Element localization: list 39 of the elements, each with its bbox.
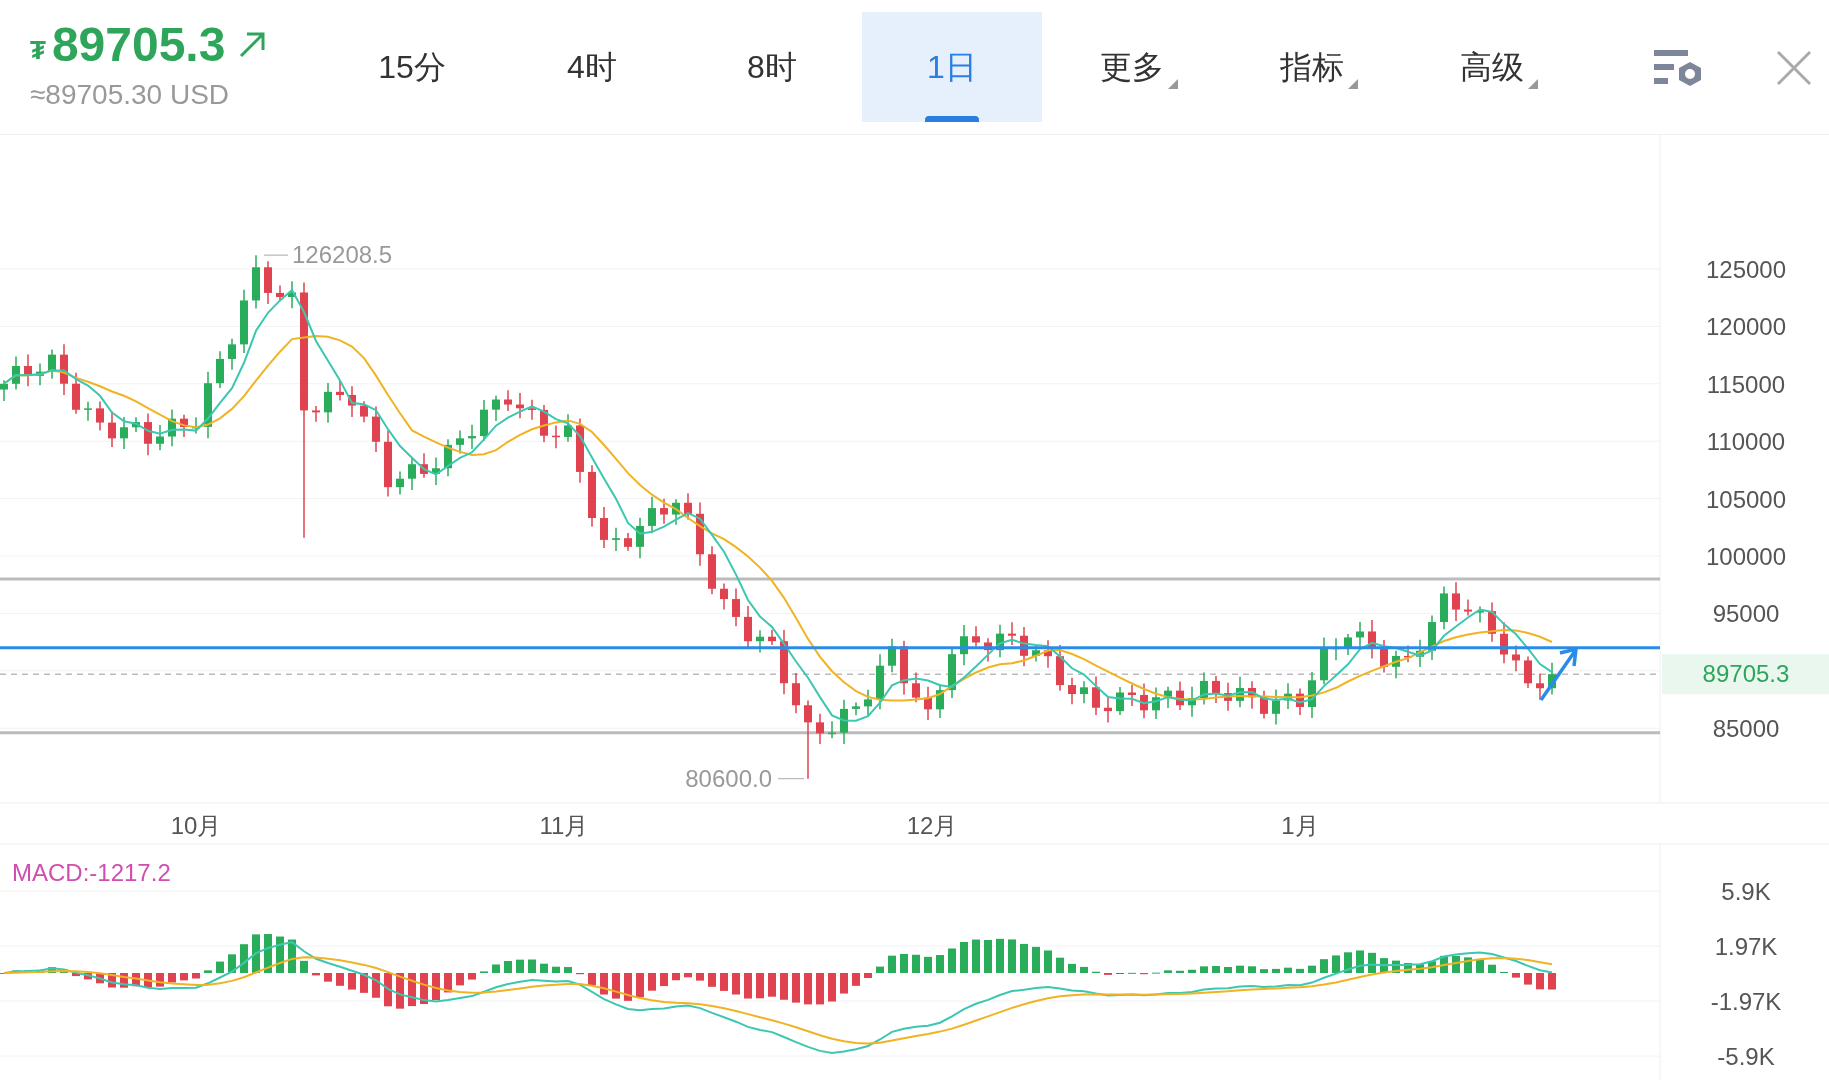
axis-label: -1.97K [1710, 988, 1782, 1015]
axis-label: 5.9K [1721, 878, 1771, 905]
low-price-label: 80600.0 [685, 764, 772, 792]
high-price-label: 126208.5 [292, 241, 393, 269]
interval-tab[interactable]: 高级 [1402, 12, 1582, 122]
interval-tab[interactable]: 1日 [862, 12, 1042, 122]
arrow-drawing [1539, 646, 1579, 702]
axis-label: 110000 [1706, 428, 1786, 456]
dropdown-corner-icon [1528, 79, 1538, 89]
axis-label: 12月 [906, 812, 958, 839]
close-icon[interactable] [1776, 50, 1812, 86]
axis-label: 85000 [1712, 715, 1780, 743]
axis-label: 95000 [1712, 600, 1780, 628]
axis-label: 1.97K [1714, 933, 1778, 960]
arrow-up-right-icon [237, 30, 268, 60]
axis-label: 11月 [539, 812, 589, 839]
fiat-price: ≈89705.30 USD [30, 78, 231, 112]
axis-label: 100000 [1705, 543, 1787, 570]
axis-label: 105000 [1705, 485, 1787, 513]
interval-tab[interactable]: 更多 [1042, 12, 1222, 122]
interval-tab[interactable]: 指标 [1222, 12, 1402, 122]
interval-tab[interactable]: 15分 [322, 12, 502, 122]
axis-label: 10月 [170, 812, 222, 839]
axis-label: 120000 [1705, 313, 1787, 341]
macd-legend: MACD:-1217.2 [12, 859, 171, 886]
price-tag: 89705.3 [1662, 654, 1829, 695]
leader-line [777, 778, 805, 780]
currency-symbol: ₮ [30, 33, 46, 67]
dropdown-corner-icon [1348, 79, 1358, 89]
axis-label: 115000 [1706, 370, 1786, 398]
axis-label: -5.9K [1717, 1043, 1775, 1070]
interval-tab[interactable]: 4时 [502, 12, 682, 122]
tab-underline [925, 116, 979, 122]
price: 89705.3 [51, 18, 226, 72]
leader-line [263, 254, 289, 256]
axis-label: 125000 [1705, 256, 1787, 283]
interval-tab[interactable]: 8时 [682, 12, 862, 122]
axis-label: 1月 [1281, 812, 1319, 839]
dropdown-corner-icon [1168, 79, 1178, 89]
